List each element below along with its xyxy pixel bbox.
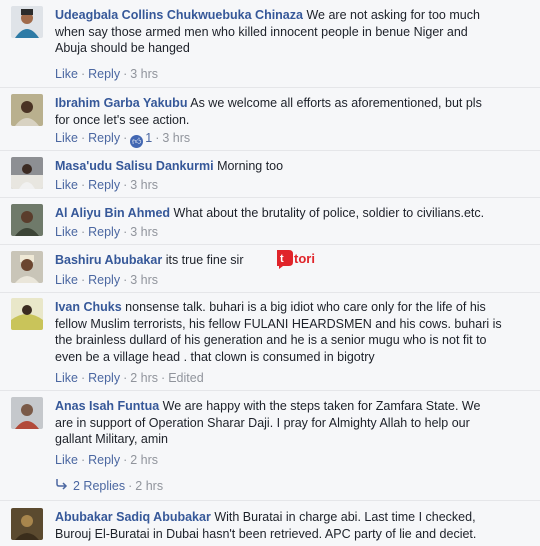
like-button[interactable]: Like: [55, 225, 78, 239]
reply-arrow-icon: [55, 478, 73, 493]
reply-button[interactable]: Reply: [88, 67, 120, 81]
watermark-text: tori: [294, 251, 315, 266]
like-button[interactable]: Like: [55, 273, 78, 287]
avatar-photo: [11, 6, 43, 38]
avatar[interactable]: [11, 298, 43, 330]
replies-time: 2 hrs: [135, 479, 164, 493]
comment-time[interactable]: 3 hrs: [130, 273, 158, 287]
comment-author[interactable]: Ibrahim Garba Yakubu: [55, 96, 187, 110]
avatar-photo: [11, 94, 43, 126]
divider: [0, 500, 540, 501]
tori-logo-icon: t tori: [275, 248, 319, 270]
like-button[interactable]: Like: [55, 371, 78, 385]
comment-time[interactable]: 2 hrs: [130, 371, 158, 385]
avatar[interactable]: [11, 94, 43, 126]
avatar[interactable]: [11, 251, 43, 283]
divider: [0, 197, 540, 198]
reply-button[interactable]: Reply: [88, 178, 120, 192]
comment-author[interactable]: Masa'udu Salisu Dankurmi: [55, 159, 214, 173]
reply-button[interactable]: Reply: [88, 371, 120, 385]
comment-author[interactable]: Bashiru Abubakar: [55, 253, 162, 267]
divider: [0, 244, 540, 245]
avatar-photo: [11, 204, 43, 236]
svg-text:t: t: [280, 253, 284, 265]
reply-button[interactable]: Reply: [88, 453, 120, 467]
avatar[interactable]: [11, 397, 43, 429]
avatar[interactable]: [11, 508, 43, 540]
avatar[interactable]: [11, 204, 43, 236]
edited-label[interactable]: Edited: [168, 371, 203, 385]
avatar[interactable]: [11, 157, 43, 189]
avatar-photo: [11, 251, 43, 283]
comment-time[interactable]: 3 hrs: [130, 225, 158, 239]
like-count[interactable]: 1: [145, 131, 152, 145]
avatar-photo: [11, 157, 43, 189]
comment-author[interactable]: Abubakar Sadiq Abubakar: [55, 510, 211, 524]
comment-text: Morning too: [217, 159, 284, 173]
replies-label[interactable]: 2 Replies: [73, 479, 125, 493]
comment-text: its true fine sir: [165, 253, 244, 267]
avatar-photo: [11, 508, 43, 540]
comment-text: What about the brutality of police, sold…: [173, 206, 485, 220]
like-button[interactable]: Like: [55, 67, 78, 81]
comment-author[interactable]: Anas Isah Funtua: [55, 399, 159, 413]
comment-time[interactable]: 3 hrs: [130, 67, 158, 81]
like-button[interactable]: Like: [55, 453, 78, 467]
divider: [0, 87, 540, 88]
like-button[interactable]: Like: [55, 131, 78, 145]
avatar[interactable]: [11, 6, 43, 38]
comment-text: nonsense talk. buhari is a big idiot who…: [55, 300, 502, 364]
divider: [0, 390, 540, 391]
comment-time[interactable]: 3 hrs: [162, 131, 190, 145]
comment-author[interactable]: Al Aliyu Bin Ahmed: [55, 206, 170, 220]
divider: [0, 150, 540, 151]
reply-button[interactable]: Reply: [88, 131, 120, 145]
view-replies-link[interactable]: 2 Replies · 2 hrs: [55, 478, 163, 493]
comment-author[interactable]: Ivan Chuks: [55, 300, 122, 314]
like-button[interactable]: Like: [55, 178, 78, 192]
avatar-photo: [11, 397, 43, 429]
comment-time[interactable]: 3 hrs: [130, 178, 158, 192]
reply-button[interactable]: Reply: [88, 225, 120, 239]
reply-button[interactable]: Reply: [88, 273, 120, 287]
avatar-photo: [11, 298, 43, 330]
comment-time[interactable]: 2 hrs: [130, 453, 158, 467]
comment-author[interactable]: Udeagbala Collins Chukwuebuka Chinaza: [55, 8, 303, 22]
thumbs-up-icon: 👍︎: [130, 135, 144, 148]
divider: [0, 292, 540, 293]
